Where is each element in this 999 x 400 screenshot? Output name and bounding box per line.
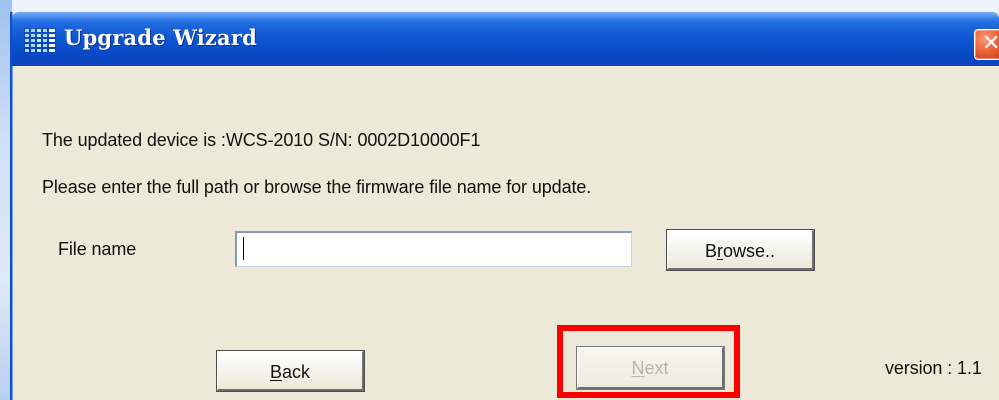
text-cursor bbox=[243, 237, 244, 260]
close-icon: ✕ bbox=[982, 31, 999, 56]
browse-button[interactable]: Browse.. bbox=[666, 229, 815, 271]
desktop-screen: Upgrade Wizard ✕ The updated device is :… bbox=[0, 0, 999, 400]
back-button[interactable]: Back bbox=[216, 350, 365, 392]
file-name-label: File name bbox=[58, 239, 137, 259]
updated-device-text: The updated device is :WCS-2010 S/N: 000… bbox=[42, 130, 481, 150]
window-title-bar[interactable]: Upgrade Wizard ✕ bbox=[12, 12, 999, 66]
close-button[interactable]: ✕ bbox=[974, 29, 999, 60]
window-title: Upgrade Wizard bbox=[64, 25, 257, 50]
back-button-mnemonic: B bbox=[269, 362, 282, 382]
browse-button-label-end: owse.. bbox=[722, 241, 776, 261]
next-button-label-end: ext bbox=[644, 358, 669, 378]
file-name-input[interactable] bbox=[235, 231, 632, 267]
upgrade-wizard-app-icon bbox=[25, 29, 56, 52]
browse-button-label-start: B bbox=[704, 241, 717, 261]
upgrade-wizard-window: Upgrade Wizard ✕ The updated device is :… bbox=[10, 12, 999, 400]
version-label: version : 1.1 bbox=[885, 358, 982, 378]
next-button: Next bbox=[576, 346, 725, 390]
firmware-path-instruction: Please enter the full path or browse the… bbox=[42, 177, 592, 197]
next-button-mnemonic: N bbox=[631, 358, 645, 378]
back-button-label-end: ack bbox=[282, 362, 311, 382]
